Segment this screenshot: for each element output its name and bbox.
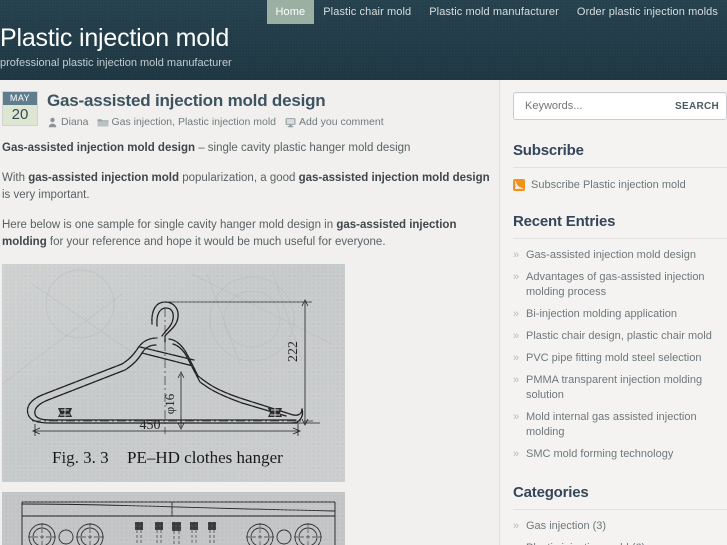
search-input[interactable] — [523, 99, 669, 113]
list-item[interactable]: » PVC pipe fitting mold steel selection — [513, 351, 727, 366]
recent-entry-label[interactable]: Gas-assisted injection mold design — [526, 248, 727, 263]
recent-entry-label[interactable]: PVC pipe fitting mold steel selection — [526, 351, 727, 366]
comment-icon — [285, 117, 296, 128]
seg: popularization, a good — [179, 172, 299, 184]
search-button[interactable]: SEARCH — [669, 101, 719, 112]
chevron-double-right-icon: » — [513, 374, 520, 386]
post-comment-link[interactable]: Add you comment — [299, 116, 384, 128]
post-meta: Diana Gas injection, Plastic injection m… — [47, 116, 389, 128]
recent-entries-list: » Gas-assisted injection mold design » Adv… — [513, 248, 727, 462]
nav-item-home[interactable]: Home — [266, 0, 315, 24]
post-meta-author: Diana — [47, 116, 88, 128]
chevron-double-right-icon: » — [513, 249, 520, 261]
hanger-technical-drawing: 222 450 φ16 Fig. 3. 3 PE–HD clothes hang… — [2, 264, 345, 482]
post-author-name[interactable]: Diana — [61, 116, 88, 128]
chevron-double-right-icon: » — [513, 411, 520, 423]
chevron-double-right-icon: » — [513, 448, 520, 460]
post-paragraph-1: Gas-assisted injection mold design – sin… — [2, 140, 491, 157]
list-item[interactable]: » Mold internal gas assisted injection mo… — [513, 410, 727, 440]
chevron-double-right-icon: » — [513, 308, 520, 320]
dimension-diameter-label: φ16 — [162, 393, 177, 414]
post-paragraph-1-lead: Gas-assisted injection mold design — [2, 142, 195, 154]
post-date-badge: MAY 20 — [2, 91, 38, 126]
category-label[interactable]: Plastic injection mold (6) — [526, 541, 727, 545]
post-figures: 222 450 φ16 Fig. 3. 3 PE–HD clothes hang… — [2, 264, 491, 545]
list-item[interactable]: » Gas injection (3) — [513, 519, 727, 534]
post-header: MAY 20 Gas-assisted injection mold desig… — [0, 80, 499, 128]
nav-item-order-plastic-injection-molds[interactable]: Order plastic injection molds — [568, 0, 727, 24]
mold-plate-technical-drawing — [2, 492, 345, 545]
chevron-double-right-icon: » — [513, 271, 520, 283]
main-content: MAY 20 Gas-assisted injection mold desig… — [0, 80, 500, 545]
primary-navigation: Home Plastic chair mold Plastic mold man… — [266, 0, 727, 24]
chevron-double-right-icon: » — [513, 330, 520, 342]
figure-caption-text: PE–HD clothes hanger — [127, 448, 283, 467]
seg: With — [2, 172, 29, 184]
seg: is very important. — [2, 189, 90, 201]
chevron-double-right-icon: » — [513, 520, 520, 532]
seg-bold: gas-assisted injection mold — [28, 172, 180, 184]
dimension-height-label: 222 — [286, 341, 301, 362]
post-date-day: 20 — [11, 106, 29, 123]
folder-icon — [97, 117, 109, 128]
dimension-width-label: 450 — [140, 418, 161, 433]
post-category-links[interactable]: Gas injection, Plastic injection mold — [111, 116, 276, 128]
chevron-double-right-icon: » — [513, 541, 526, 545]
list-item[interactable]: »Plastic injection mold (6) — [513, 541, 727, 545]
recent-entry-label[interactable]: Plastic chair design, plastic chair mold — [526, 329, 727, 344]
page-body: MAY 20 Gas-assisted injection mold desig… — [0, 80, 727, 545]
list-item[interactable]: » Bi-injection molding application — [513, 307, 727, 322]
post-meta-categories: Gas injection, Plastic injection mold — [97, 116, 276, 128]
search-bar[interactable]: SEARCH — [513, 92, 727, 120]
post-paragraph-3: Here below is one sample for single cavi… — [2, 217, 491, 251]
site-title[interactable]: Plastic injection mold — [0, 26, 229, 51]
nav-item-plastic-chair-mold[interactable]: Plastic chair mold — [314, 0, 420, 24]
list-item[interactable]: » Plastic chair design, plastic chair mol… — [513, 329, 727, 344]
post-title[interactable]: Gas-assisted injection mold design — [47, 91, 389, 110]
chevron-double-right-icon: » — [513, 352, 520, 364]
subscribe-link[interactable]: Subscribe Plastic injection mold — [513, 179, 727, 191]
sidebar-heading-subscribe: Subscribe — [513, 142, 727, 168]
recent-entry-label[interactable]: Advantages of gas-assisted injection mol… — [526, 270, 727, 300]
category-label[interactable]: Gas injection (3) — [526, 519, 727, 534]
figure-caption-label: Fig. 3. 3 — [52, 448, 109, 467]
seg: Here below is one sample for single cavi… — [2, 219, 337, 231]
recent-entry-label[interactable]: Bi-injection molding application — [526, 307, 727, 322]
user-icon — [47, 117, 58, 128]
sidebar-heading-recent-entries: Recent Entries — [513, 213, 727, 239]
seg: for your reference and hope it would be … — [46, 236, 386, 248]
sidebar-heading-categories: Categories — [513, 484, 727, 510]
recent-entry-label[interactable]: Mold internal gas assisted injection mol… — [526, 410, 727, 440]
recent-entry-label[interactable]: SMC mold forming technology — [526, 447, 727, 462]
post-paragraph-2: With gas-assisted injection mold popular… — [2, 170, 491, 204]
site-tagline: professional plastic injection mold manu… — [0, 57, 232, 69]
rss-icon — [513, 179, 525, 191]
list-item[interactable]: » Gas-assisted injection mold design — [513, 248, 727, 263]
post-body: Gas-assisted injection mold design – sin… — [0, 128, 499, 545]
list-item[interactable]: » PMMA transparent injection molding solu… — [513, 373, 727, 403]
seg-bold: gas-assisted injection mold design — [298, 172, 490, 184]
hanger-drawing-figure: 222 450 φ16 Fig. 3. 3 PE–HD clothes hang… — [2, 264, 345, 482]
post-date-month: MAY — [3, 92, 37, 105]
post-paragraph-1-rest: – single cavity plastic hanger mold desi… — [195, 142, 411, 154]
nav-item-plastic-mold-manufacturer[interactable]: Plastic mold manufacturer — [420, 0, 568, 24]
subscribe-link-label[interactable]: Subscribe Plastic injection mold — [531, 179, 686, 191]
site-header: Home Plastic chair mold Plastic mold man… — [0, 0, 727, 80]
list-item[interactable]: » SMC mold forming technology — [513, 447, 727, 462]
list-item[interactable]: » Advantages of gas-assisted injection mo… — [513, 270, 727, 300]
mold-plate-drawing-figure — [2, 492, 345, 545]
categories-list: »Gas injection (3) »Plastic injection mo… — [513, 519, 727, 545]
sidebar: SEARCH Subscribe Subscribe Plastic injec… — [500, 80, 727, 545]
post-meta-comments: Add you comment — [285, 116, 384, 128]
recent-entry-label[interactable]: PMMA transparent injection molding solut… — [526, 373, 727, 403]
